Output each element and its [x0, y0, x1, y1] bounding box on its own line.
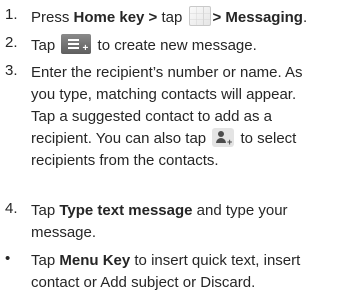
- step-text: Tap: [31, 252, 60, 269]
- bullet-menu-key: • Tap Menu Key to insert quick text, ins…: [5, 250, 300, 294]
- step-text: to create new message.: [97, 37, 257, 54]
- step-text: you type, matching contacts will appear.: [31, 86, 297, 103]
- step-text: and type your: [192, 202, 288, 219]
- step-number: 1.: [5, 6, 18, 23]
- messaging-label: > Messaging: [212, 9, 303, 26]
- type-text-message-label: Type text message: [59, 202, 193, 219]
- step-1: 1. Press Home key > tap > Messaging.: [5, 6, 307, 28]
- step-text: message.: [31, 224, 97, 241]
- compose-message-icon: [61, 34, 92, 54]
- step-3: 3. Enter the recipient’s number or name.…: [5, 62, 303, 172]
- step-text: Press: [31, 9, 74, 26]
- step-number: 3.: [5, 62, 18, 79]
- step-text: Tap: [31, 202, 60, 219]
- step-number: 4.: [5, 200, 18, 217]
- step-4: 4. Tap Type text message and type your m…: [5, 200, 288, 244]
- bullet-marker: •: [5, 250, 11, 267]
- step-text: recipients from the contacts.: [31, 152, 219, 169]
- home-key-label: Home key >: [73, 9, 158, 26]
- add-contact-icon: +: [212, 128, 235, 147]
- step-2: 2. Tap to create new message.: [5, 34, 257, 56]
- step-text: to select: [240, 130, 297, 147]
- step-text: Enter the recipient’s number or name. As: [31, 64, 303, 81]
- step-number: 2.: [5, 34, 18, 51]
- step-text: Tap a suggested contact to add as a: [31, 108, 273, 125]
- step-text: recipient. You can also tap: [31, 130, 211, 147]
- apps-grid-icon: [188, 6, 211, 26]
- step-text: to insert quick text, insert: [130, 252, 301, 269]
- step-text: contact or Add subject or Discard.: [31, 274, 256, 291]
- menu-key-label: Menu Key: [59, 252, 131, 269]
- step-text: tap: [157, 9, 187, 26]
- step-text: .: [302, 9, 308, 26]
- step-text: Tap: [31, 37, 60, 54]
